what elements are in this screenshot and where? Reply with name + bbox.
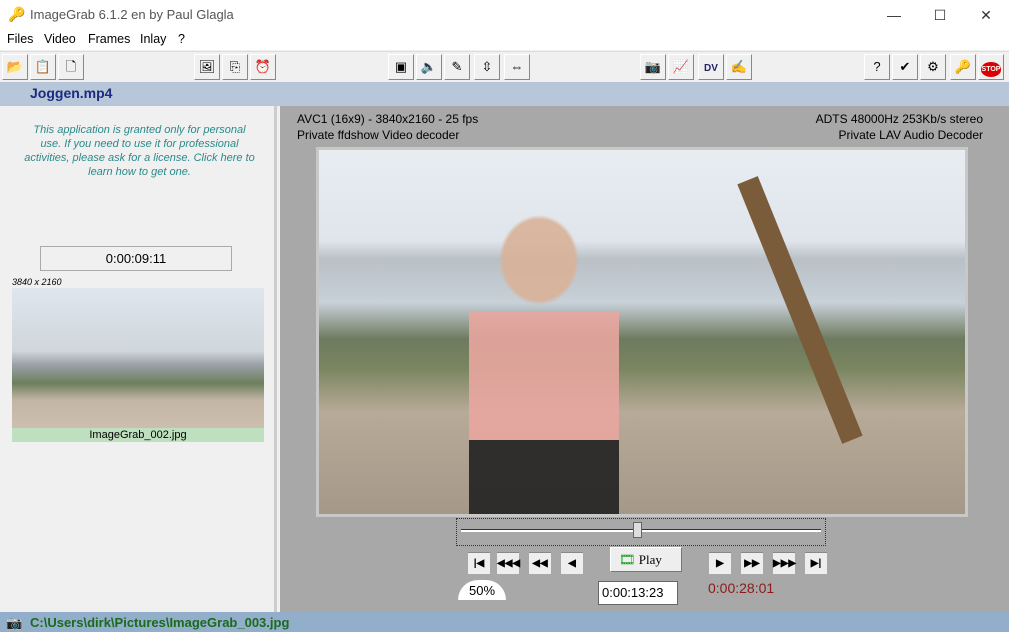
thumbnail-caption: ImageGrab_002.jpg bbox=[12, 428, 264, 442]
status-bar: 📷 C:\Users\dirk\Pictures\ImageGrab_003.j… bbox=[0, 612, 1009, 632]
camera-icon: 📷 bbox=[644, 59, 662, 74]
menu-inlay[interactable]: Inlay bbox=[140, 32, 166, 46]
play-label: Play bbox=[638, 552, 662, 567]
display-icon: ▣ bbox=[394, 59, 408, 74]
export-image-icon: 🖼 bbox=[198, 59, 216, 74]
open-icon: 📂 bbox=[6, 59, 24, 74]
export-image-button[interactable]: 🖼 bbox=[194, 54, 220, 80]
image-edit-button[interactable]: ✍ bbox=[726, 54, 752, 80]
copy-icon: ⎘ bbox=[229, 59, 241, 74]
duration-label: 0:00:28:01 bbox=[708, 580, 775, 596]
edit-button[interactable]: ✎ bbox=[444, 54, 470, 80]
menu-video[interactable]: Video bbox=[44, 32, 76, 46]
zoom-indicator[interactable]: 50% bbox=[458, 580, 506, 600]
close-file-icon: 🗋 bbox=[65, 59, 77, 74]
alarm-button[interactable]: ⏰ bbox=[250, 54, 276, 80]
camera-button[interactable]: 📷 bbox=[640, 54, 666, 80]
maximize-button[interactable]: ☐ bbox=[917, 0, 963, 30]
chart-icon: 📈 bbox=[672, 59, 690, 74]
open-button[interactable]: 📂 bbox=[2, 54, 28, 80]
close-file-button[interactable]: 🗋 bbox=[58, 54, 84, 80]
rewind-button[interactable]: ◀◀ bbox=[529, 552, 551, 574]
settings-icon: ⚙ bbox=[927, 59, 939, 74]
video-format: AVC1 (16x9) - 3840x2160 - 25 fps bbox=[297, 112, 479, 126]
file-bar: Joggen.mp4 bbox=[0, 82, 1009, 106]
forward-button[interactable]: ▶▶ bbox=[741, 552, 763, 574]
chart-button[interactable]: 📈 bbox=[668, 54, 694, 80]
fit-vertical-button[interactable]: ⇳ bbox=[474, 54, 500, 80]
fit-horizontal-icon: ⇔ bbox=[510, 59, 524, 74]
video-decoder: Private ffdshow Video decoder bbox=[297, 128, 460, 142]
sound-button[interactable]: 🔈 bbox=[416, 54, 442, 80]
license-notice[interactable]: This application is granted only for per… bbox=[22, 123, 257, 179]
step-back-button[interactable]: ◀ bbox=[561, 552, 583, 574]
thumbnail-dimensions: 3840 x 2160 bbox=[12, 277, 62, 287]
video-pole bbox=[737, 176, 863, 444]
menu-frames[interactable]: Frames bbox=[88, 32, 130, 46]
fit-horizontal-button[interactable]: ⇔ bbox=[504, 54, 530, 80]
window-title: ImageGrab 6.1.2 en by Paul Glagla bbox=[30, 7, 234, 22]
sound-icon: 🔈 bbox=[420, 59, 438, 74]
title-bar: 🔑 ImageGrab 6.1.2 en by Paul Glagla — ☐ … bbox=[0, 0, 1009, 30]
status-path[interactable]: C:\Users\dirk\Pictures\ImageGrab_003.jpg bbox=[30, 615, 289, 630]
check-icon: ✔ bbox=[899, 59, 911, 74]
app-icon: 🔑 bbox=[8, 6, 26, 22]
alarm-icon: ⏰ bbox=[254, 59, 272, 74]
edit-icon: ✎ bbox=[451, 59, 463, 74]
stop-button[interactable]: STOP bbox=[978, 54, 1004, 80]
menu-help[interactable]: ? bbox=[178, 32, 185, 46]
thumbnail-image[interactable] bbox=[12, 288, 264, 428]
image-edit-icon: ✍ bbox=[730, 59, 748, 74]
plugin-icon: 🔑 bbox=[954, 59, 972, 74]
menu-bar: Files Video Frames Inlay ? bbox=[0, 30, 1009, 50]
help-button[interactable]: ? bbox=[864, 54, 890, 80]
video-person bbox=[469, 200, 619, 514]
file-name: Joggen.mp4 bbox=[30, 85, 113, 101]
position-input[interactable]: 0:00:13:23 bbox=[598, 581, 678, 605]
menu-files[interactable]: Files bbox=[7, 32, 33, 46]
capture-timecode: 0:00:09:11 bbox=[40, 246, 232, 271]
dv-icon: DV bbox=[704, 63, 718, 74]
check-button[interactable]: ✔ bbox=[892, 54, 918, 80]
plugin-button[interactable]: 🔑 bbox=[950, 54, 976, 80]
step-forward-button[interactable]: ▶ bbox=[709, 552, 731, 574]
camera-status-icon: 📷 bbox=[6, 615, 23, 630]
position-slider[interactable] bbox=[456, 518, 826, 546]
minimize-button[interactable]: — bbox=[871, 0, 917, 30]
player-panel: AVC1 (16x9) - 3840x2160 - 25 fps Private… bbox=[280, 106, 1009, 612]
help-icon: ? bbox=[873, 59, 881, 74]
paste-icon: 📋 bbox=[34, 59, 52, 74]
play-button[interactable]: 🎞 Play bbox=[610, 547, 682, 572]
toolbar: 📂 📋 🗋 🖼 ⎘ ⏰ ▣ 🔈 ✎ ⇳ ⇔ 📷 📈 DV ✍? ✔ ⚙ 🔑 STOP bbox=[0, 51, 1009, 81]
fast-forward-button[interactable]: ▶▶▶ bbox=[773, 552, 796, 574]
audio-decoder: Private LAV Audio Decoder bbox=[838, 128, 983, 142]
video-frame[interactable] bbox=[316, 147, 968, 517]
close-button[interactable]: ✕ bbox=[963, 0, 1009, 30]
fast-rewind-button[interactable]: ◀◀◀ bbox=[497, 552, 520, 574]
copy-button[interactable]: ⎘ bbox=[222, 54, 248, 80]
settings-button[interactable]: ⚙ bbox=[920, 54, 946, 80]
left-panel: This application is granted only for per… bbox=[0, 106, 277, 612]
slider-knob[interactable] bbox=[633, 522, 643, 538]
last-frame-button[interactable]: ▶| bbox=[805, 552, 827, 574]
paste-button[interactable]: 📋 bbox=[30, 54, 56, 80]
stop-icon: STOP bbox=[980, 62, 1002, 77]
first-frame-button[interactable]: |◀ bbox=[468, 552, 490, 574]
display-button[interactable]: ▣ bbox=[388, 54, 414, 80]
fit-vertical-icon: ⇳ bbox=[481, 59, 493, 74]
film-icon: 🎞 bbox=[619, 552, 636, 567]
audio-format: ADTS 48000Hz 253Kb/s stereo bbox=[815, 112, 983, 126]
dv-button[interactable]: DV bbox=[698, 54, 724, 80]
